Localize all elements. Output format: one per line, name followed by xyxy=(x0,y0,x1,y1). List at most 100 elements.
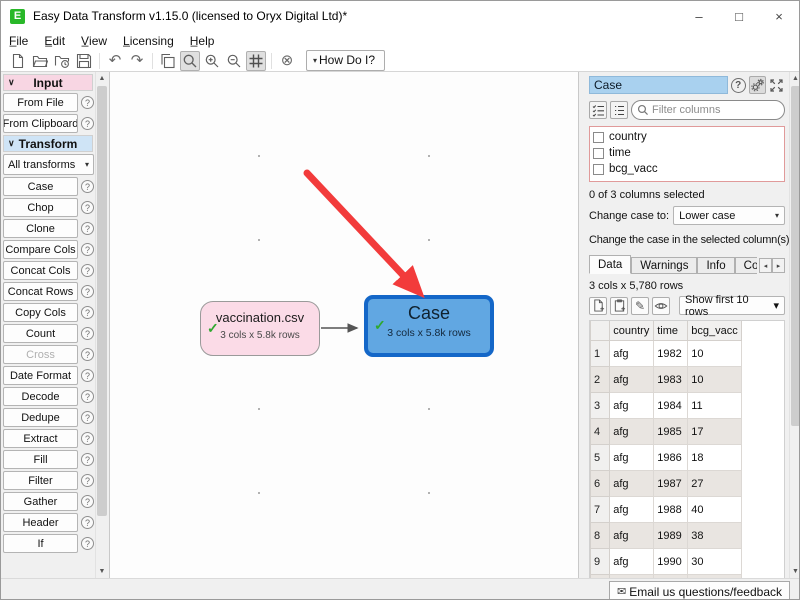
open-file-icon[interactable] xyxy=(30,51,50,71)
checkbox-icon[interactable] xyxy=(593,164,604,175)
pan-zoom-icon[interactable] xyxy=(180,51,200,71)
save-icon[interactable] xyxy=(74,51,94,71)
column-row-country[interactable]: country xyxy=(592,129,784,145)
transform-concat-cols-button[interactable]: Concat Cols xyxy=(3,261,78,280)
scroll-down-icon[interactable]: ▼ xyxy=(96,565,108,578)
transform-filter-button[interactable]: Filter xyxy=(3,471,78,490)
help-icon[interactable]: ? xyxy=(81,327,94,340)
transform-section-header[interactable]: ∨ Transform xyxy=(3,135,93,152)
transform-node-case[interactable]: ✓ Case 3 cols x 5.8k rows xyxy=(364,295,494,357)
menu-licensing[interactable]: L̲icensing xyxy=(115,31,182,50)
close-button[interactable]: × xyxy=(759,1,799,31)
transform-if-button[interactable]: If xyxy=(3,534,78,553)
transform-clone-button[interactable]: Clone xyxy=(3,219,78,238)
transform-concat-rows-button[interactable]: Concat Rows xyxy=(3,282,78,301)
column-row-bcg-vacc[interactable]: bcg_vacc xyxy=(592,161,784,177)
edit-pencil-icon[interactable]: ✎ xyxy=(631,297,649,315)
tabs-scroll-right-icon[interactable]: ▸ xyxy=(772,258,785,273)
help-icon[interactable]: ? xyxy=(81,474,94,487)
new-file-icon[interactable] xyxy=(8,51,28,71)
help-icon[interactable]: ? xyxy=(81,117,94,130)
zoom-in-icon[interactable] xyxy=(202,51,222,71)
transform-compare-cols-button[interactable]: Compare Cols xyxy=(3,240,78,259)
transform-chop-button[interactable]: Chop xyxy=(3,198,78,217)
help-icon[interactable]: ? xyxy=(81,243,94,256)
transform-count-button[interactable]: Count xyxy=(3,324,78,343)
transform-dedupe-button[interactable]: Dedupe xyxy=(3,408,78,427)
filter-columns-field[interactable] xyxy=(631,100,785,120)
disconnect-icon[interactable]: ⊗ xyxy=(277,51,297,71)
menu-file[interactable]: F̲ile xyxy=(1,31,36,50)
help-icon[interactable]: ? xyxy=(81,453,94,466)
tab-warnings[interactable]: Warnings xyxy=(631,257,697,274)
transform-date-format-button[interactable]: Date Format xyxy=(3,366,78,385)
checkbox-icon[interactable] xyxy=(593,148,604,159)
transform-gather-button[interactable]: Gather xyxy=(3,492,78,511)
grid-snap-icon[interactable] xyxy=(246,51,266,71)
menu-edit[interactable]: E̲dit xyxy=(36,31,73,50)
transform-extract-button[interactable]: Extract xyxy=(3,429,78,448)
tab-comments[interactable]: Comments xyxy=(735,257,757,274)
help-icon[interactable]: ? xyxy=(81,264,94,277)
copy-to-file-icon[interactable] xyxy=(589,297,607,315)
tab-info[interactable]: Info xyxy=(697,257,734,274)
filter-columns-input[interactable] xyxy=(631,100,785,120)
minimize-button[interactable]: – xyxy=(679,1,719,31)
scroll-up-icon[interactable]: ▲ xyxy=(790,72,800,85)
copy-to-clipboard-icon[interactable] xyxy=(610,297,628,315)
all-transforms-dropdown[interactable]: All transforms ▾ xyxy=(3,154,94,175)
help-icon[interactable]: ? xyxy=(81,306,94,319)
scroll-down-icon[interactable]: ▼ xyxy=(790,565,800,578)
feedback-button[interactable]: ✉ Email us questions/feedback xyxy=(609,581,790,600)
sidebar-scrollbar[interactable]: ▲ ▼ xyxy=(95,72,108,578)
maximize-button[interactable]: □ xyxy=(719,1,759,31)
help-icon[interactable]: ? xyxy=(81,537,94,550)
transform-copy-cols-button[interactable]: Copy Cols xyxy=(3,303,78,322)
help-icon[interactable]: ? xyxy=(81,495,94,508)
change-case-dropdown[interactable]: Lower case ▾ xyxy=(673,206,785,225)
zoom-out-icon[interactable] xyxy=(224,51,244,71)
help-icon[interactable]: ? xyxy=(81,285,94,298)
undo-icon[interactable]: ↶ xyxy=(105,51,125,71)
duplicate-icon[interactable] xyxy=(158,51,178,71)
tabs-scroll-left-icon[interactable]: ◂ xyxy=(759,258,772,273)
help-icon[interactable]: ? xyxy=(81,516,94,529)
list-view-icon[interactable] xyxy=(610,101,628,119)
help-icon[interactable]: ? xyxy=(81,96,94,109)
how-do-i-button[interactable]: ▾ How Do I? xyxy=(306,50,385,71)
help-icon[interactable]: ? xyxy=(81,348,94,361)
settings-gears-icon[interactable] xyxy=(749,76,766,94)
input-section-header[interactable]: ∨ Input xyxy=(3,74,93,91)
data-table-viewport[interactable]: country time bcg_vacc 1afg198210 2afg198… xyxy=(589,320,785,578)
expand-panel-icon[interactable] xyxy=(768,76,785,94)
help-icon[interactable]: ? xyxy=(81,432,94,445)
select-columns-view-icon[interactable] xyxy=(589,101,607,119)
transform-decode-button[interactable]: Decode xyxy=(3,387,78,406)
menu-help[interactable]: H̲elp xyxy=(182,31,223,50)
redo-icon[interactable]: ↷ xyxy=(127,51,147,71)
help-icon[interactable]: ? xyxy=(730,76,747,94)
open-recent-icon[interactable] xyxy=(52,51,72,71)
help-icon[interactable]: ? xyxy=(81,411,94,424)
tab-data[interactable]: Data xyxy=(589,255,631,274)
right-panel-scrollbar[interactable]: ▲ ▼ xyxy=(789,72,800,578)
view-eye-icon[interactable] xyxy=(652,297,670,315)
canvas[interactable]: ✓ vaccination.csv 3 cols x 5.8k rows ✓ C… xyxy=(109,72,579,578)
menu-view[interactable]: V̲iew xyxy=(73,31,115,50)
help-icon[interactable]: ? xyxy=(81,369,94,382)
scroll-up-icon[interactable]: ▲ xyxy=(96,72,108,85)
help-icon[interactable]: ? xyxy=(81,201,94,214)
help-icon[interactable]: ? xyxy=(81,180,94,193)
transform-header-button[interactable]: Header xyxy=(3,513,78,532)
help-icon[interactable]: ? xyxy=(81,222,94,235)
help-icon[interactable]: ? xyxy=(81,390,94,403)
left-sidebar: ∨ Input From File? From Clipboard? ∨ Tra… xyxy=(1,72,95,578)
input-node-vaccination[interactable]: ✓ vaccination.csv 3 cols x 5.8k rows xyxy=(200,301,320,356)
from-file-button[interactable]: From File xyxy=(3,93,78,112)
from-clipboard-button[interactable]: From Clipboard xyxy=(3,114,78,133)
checkbox-icon[interactable] xyxy=(593,132,604,143)
show-rows-dropdown[interactable]: Show first 10 rows ▾ xyxy=(679,296,785,315)
transform-case-button[interactable]: Case xyxy=(3,177,78,196)
column-row-time[interactable]: time xyxy=(592,145,784,161)
transform-fill-button[interactable]: Fill xyxy=(3,450,78,469)
